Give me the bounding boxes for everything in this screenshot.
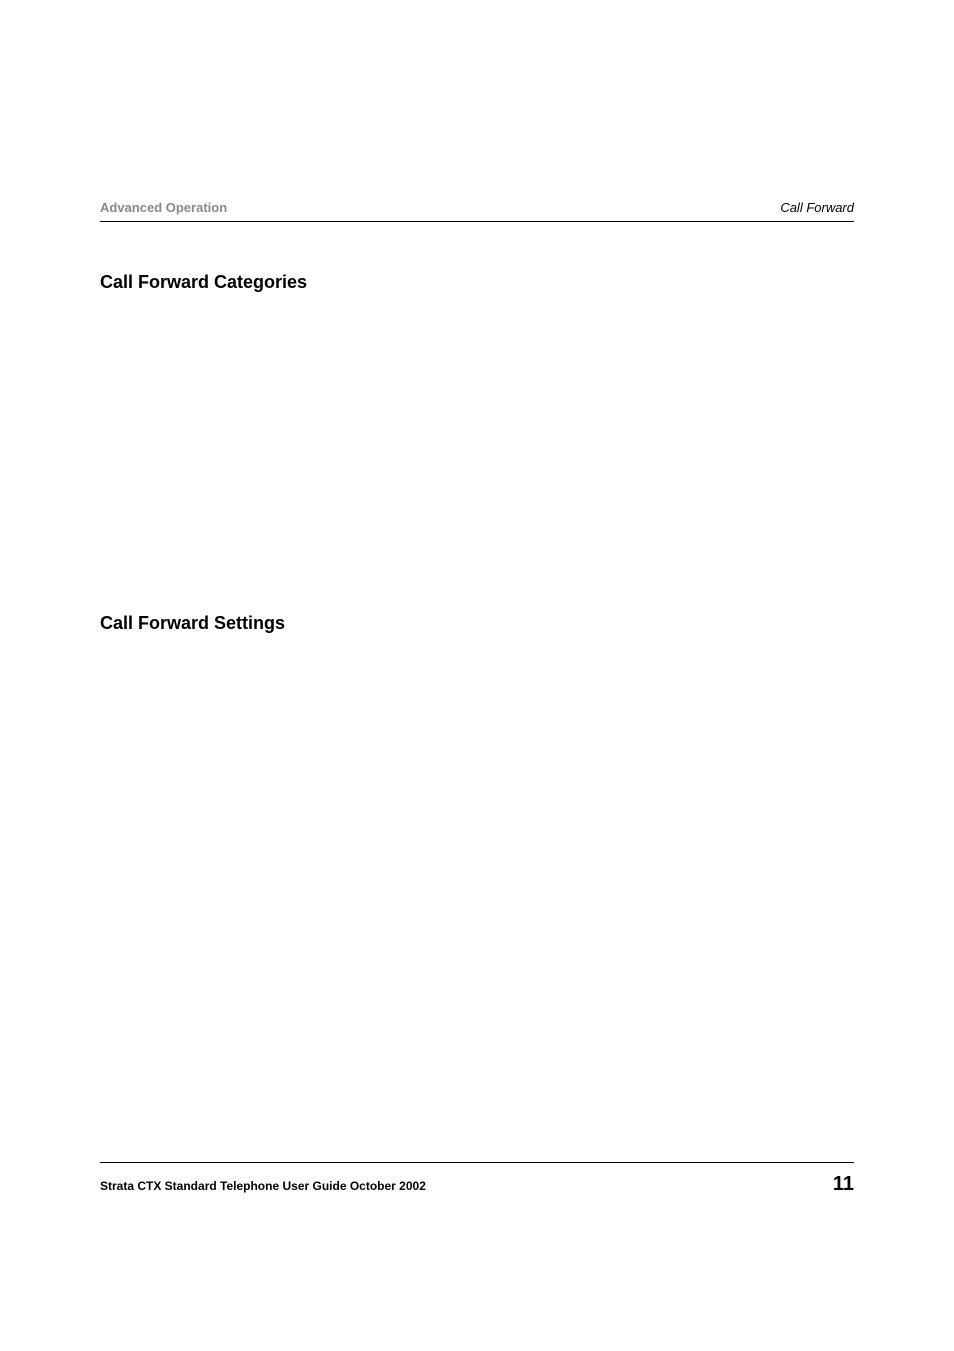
footer-document-title: Strata CTX Standard Telephone User Guide…: [100, 1179, 426, 1193]
section-heading-categories: Call Forward Categories: [100, 272, 854, 293]
document-page: Advanced Operation Call Forward Call For…: [0, 0, 954, 1351]
section-heading-settings: Call Forward Settings: [100, 613, 854, 634]
page-header: Advanced Operation Call Forward: [100, 200, 854, 222]
header-chapter-title: Advanced Operation: [100, 200, 227, 215]
page-footer: Strata CTX Standard Telephone User Guide…: [100, 1162, 854, 1196]
footer-row: Strata CTX Standard Telephone User Guide…: [100, 1173, 854, 1196]
page-number: 11: [833, 1173, 854, 1196]
footer-rule: [100, 1162, 854, 1163]
header-section-title: Call Forward: [780, 200, 854, 215]
